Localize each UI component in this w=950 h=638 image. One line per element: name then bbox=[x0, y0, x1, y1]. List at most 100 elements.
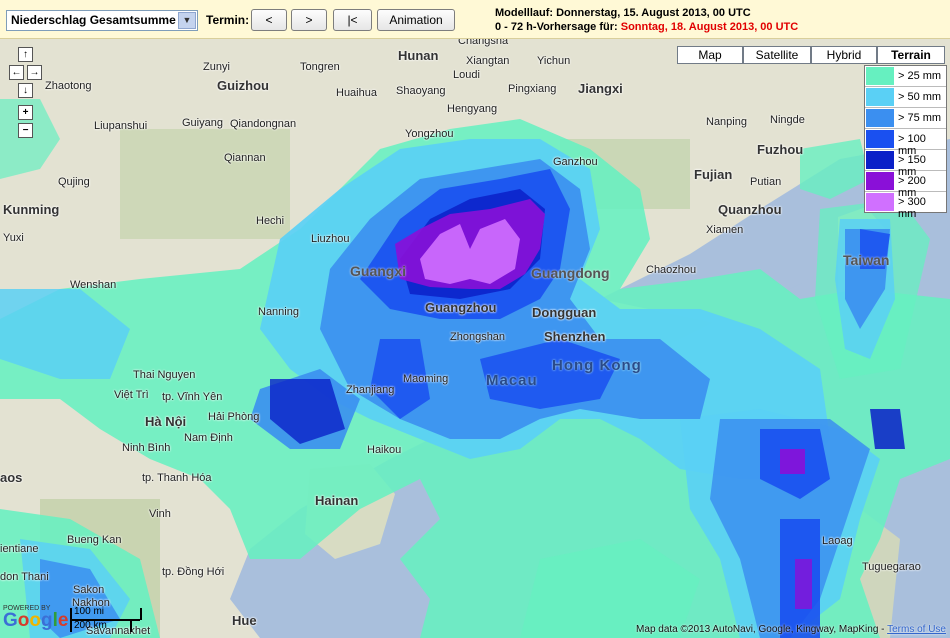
legend-row: > 50 mm bbox=[865, 87, 946, 108]
forecast-line: 0 - 72 h-Vorhersage für: Sonntag, 18. Au… bbox=[495, 20, 798, 34]
place-label: Yongzhou bbox=[405, 128, 454, 140]
legend-swatch bbox=[866, 151, 894, 169]
maptype-terrain[interactable]: Terrain bbox=[877, 46, 945, 64]
pan-right-button[interactable]: → bbox=[27, 65, 42, 80]
place-label: Changsha bbox=[458, 39, 509, 47]
copyright-text: Map data ©2013 AutoNavi, Google, Kingway… bbox=[636, 624, 946, 635]
place-label: Putian bbox=[750, 176, 782, 188]
place-label: Guangxi bbox=[350, 263, 407, 279]
place-label: Pingxiang bbox=[508, 83, 557, 95]
place-label: Yichun bbox=[537, 55, 571, 67]
place-label: Shenzhen bbox=[544, 329, 606, 344]
place-label: Guiyang bbox=[182, 117, 223, 129]
place-label: Kunming bbox=[3, 202, 60, 217]
legend-swatch bbox=[866, 67, 894, 85]
next-button[interactable]: > bbox=[291, 9, 327, 31]
map-canvas[interactable]: ↑ ← → ↓ + − Map Satellite Hybrid Terrain… bbox=[0, 39, 950, 638]
legend-swatch bbox=[866, 88, 894, 106]
legend-row: > 100 mm bbox=[865, 129, 946, 157]
place-label: Taiwan bbox=[843, 252, 890, 268]
place-label: Qiannan bbox=[224, 152, 266, 164]
pan-left-button[interactable]: ← bbox=[9, 65, 24, 80]
place-label: tp. Thanh Hóa bbox=[142, 472, 212, 484]
zoom-in-button[interactable]: + bbox=[18, 105, 33, 120]
place-label: Yuxi bbox=[3, 232, 24, 244]
toolbar: Niederschlag Gesamtsumme ▼ Termin: < > |… bbox=[0, 0, 950, 39]
maptype-map[interactable]: Map bbox=[677, 46, 743, 64]
place-label: Bueng Kan bbox=[67, 534, 122, 546]
place-label: Nanning bbox=[258, 306, 299, 318]
place-label: Tongren bbox=[300, 61, 340, 73]
place-label: Zhanjiang bbox=[346, 384, 395, 396]
legend-label: > 300 mm bbox=[898, 196, 926, 220]
place-label: Hainan bbox=[315, 493, 359, 508]
legend-swatch bbox=[866, 193, 894, 211]
maptype-satellite[interactable]: Satellite bbox=[743, 46, 811, 64]
place-label: Vinh bbox=[149, 508, 171, 520]
place-label: Zhaotong bbox=[45, 80, 92, 92]
place-label: Việt Trì bbox=[114, 389, 149, 401]
place-label: Qiandongnan bbox=[230, 118, 297, 130]
chevron-down-icon[interactable]: ▼ bbox=[178, 12, 196, 29]
legend-row: > 200 mm bbox=[865, 171, 946, 199]
first-button[interactable]: |< bbox=[333, 9, 372, 31]
place-label: Hunan bbox=[398, 48, 439, 63]
scale-bar: 100 mi 200 km bbox=[70, 606, 158, 632]
product-select[interactable]: Niederschlag Gesamtsumme ▼ bbox=[6, 10, 198, 31]
place-label: Fuzhou bbox=[757, 142, 804, 157]
run-info: Modelllauf: Donnerstag, 15. August 2013,… bbox=[495, 6, 798, 34]
place-label: Ganzhou bbox=[553, 156, 598, 168]
place-label: Thai Nguyen bbox=[133, 369, 196, 381]
place-label: Liuzhou bbox=[311, 233, 350, 245]
zoom-out-button[interactable]: − bbox=[18, 123, 33, 138]
legend-row: > 25 mm bbox=[865, 66, 946, 87]
place-label: Guizhou bbox=[217, 78, 269, 93]
place-label: Hue bbox=[232, 613, 257, 628]
place-label: Xiamen bbox=[706, 224, 744, 236]
place-label: Huaihua bbox=[336, 87, 377, 99]
place-label: Fujian bbox=[694, 167, 733, 182]
place-label: Maoming bbox=[403, 373, 449, 385]
place-label: Nanping bbox=[706, 116, 747, 128]
legend-row: > 150 mm bbox=[865, 150, 946, 178]
terms-of-use-link[interactable]: Terms of Use bbox=[887, 624, 946, 635]
legend-label: > 50 mm bbox=[898, 91, 942, 103]
legend-swatch bbox=[866, 109, 894, 127]
forecast-date: Sonntag, 18. August 2013, 00 UTC bbox=[620, 21, 799, 33]
place-label: Zunyi bbox=[203, 61, 230, 73]
place-label: tp. Đồng Hới bbox=[162, 566, 225, 578]
place-label: aos bbox=[0, 470, 23, 485]
place-label: Guangdong bbox=[531, 265, 610, 281]
legend-swatch bbox=[866, 130, 894, 148]
place-label: Guangzhou bbox=[425, 300, 497, 315]
legend-row: > 300 mm bbox=[865, 192, 946, 220]
place-label: tp. Vĩnh Yên bbox=[162, 391, 223, 403]
legend-label: > 75 mm bbox=[898, 112, 942, 124]
place-label: Haikou bbox=[367, 444, 402, 456]
place-label: Wenshan bbox=[70, 279, 117, 291]
legend-label: > 25 mm bbox=[898, 70, 942, 82]
pan-down-button[interactable]: ↓ bbox=[18, 83, 33, 98]
animation-button[interactable]: Animation bbox=[377, 9, 455, 31]
model-run-text: Modelllauf: Donnerstag, 15. August 2013,… bbox=[495, 7, 751, 19]
pan-up-button[interactable]: ↑ bbox=[18, 47, 33, 62]
place-label: Zhongshan bbox=[450, 331, 506, 343]
google-logo[interactable]: Google bbox=[3, 610, 68, 632]
place-label: Hải Phòng bbox=[208, 411, 260, 423]
scale-miles: 100 mi bbox=[74, 606, 105, 617]
precipitation-legend: > 25 mm > 50 mm > 75 mm > 100 mm > 150 m… bbox=[864, 65, 947, 220]
legend-row: > 75 mm bbox=[865, 108, 946, 129]
place-label: Macau bbox=[486, 372, 538, 389]
place-label: Liupanshui bbox=[94, 120, 148, 132]
maptype-hybrid[interactable]: Hybrid bbox=[811, 46, 877, 64]
prev-button[interactable]: < bbox=[251, 9, 287, 31]
termin-label: Termin: bbox=[206, 13, 250, 27]
place-label: Loudi bbox=[453, 69, 480, 81]
place-label: Ningde bbox=[770, 114, 805, 126]
place-label: Hong Kong bbox=[552, 357, 642, 374]
place-label: Dongguan bbox=[532, 305, 597, 320]
forecast-prefix: 0 - 72 h-Vorhersage für: bbox=[495, 21, 618, 33]
place-label: Shaoyang bbox=[396, 85, 446, 97]
place-label: Ninh Bình bbox=[122, 442, 171, 454]
place-label: Chaozhou bbox=[646, 264, 697, 276]
